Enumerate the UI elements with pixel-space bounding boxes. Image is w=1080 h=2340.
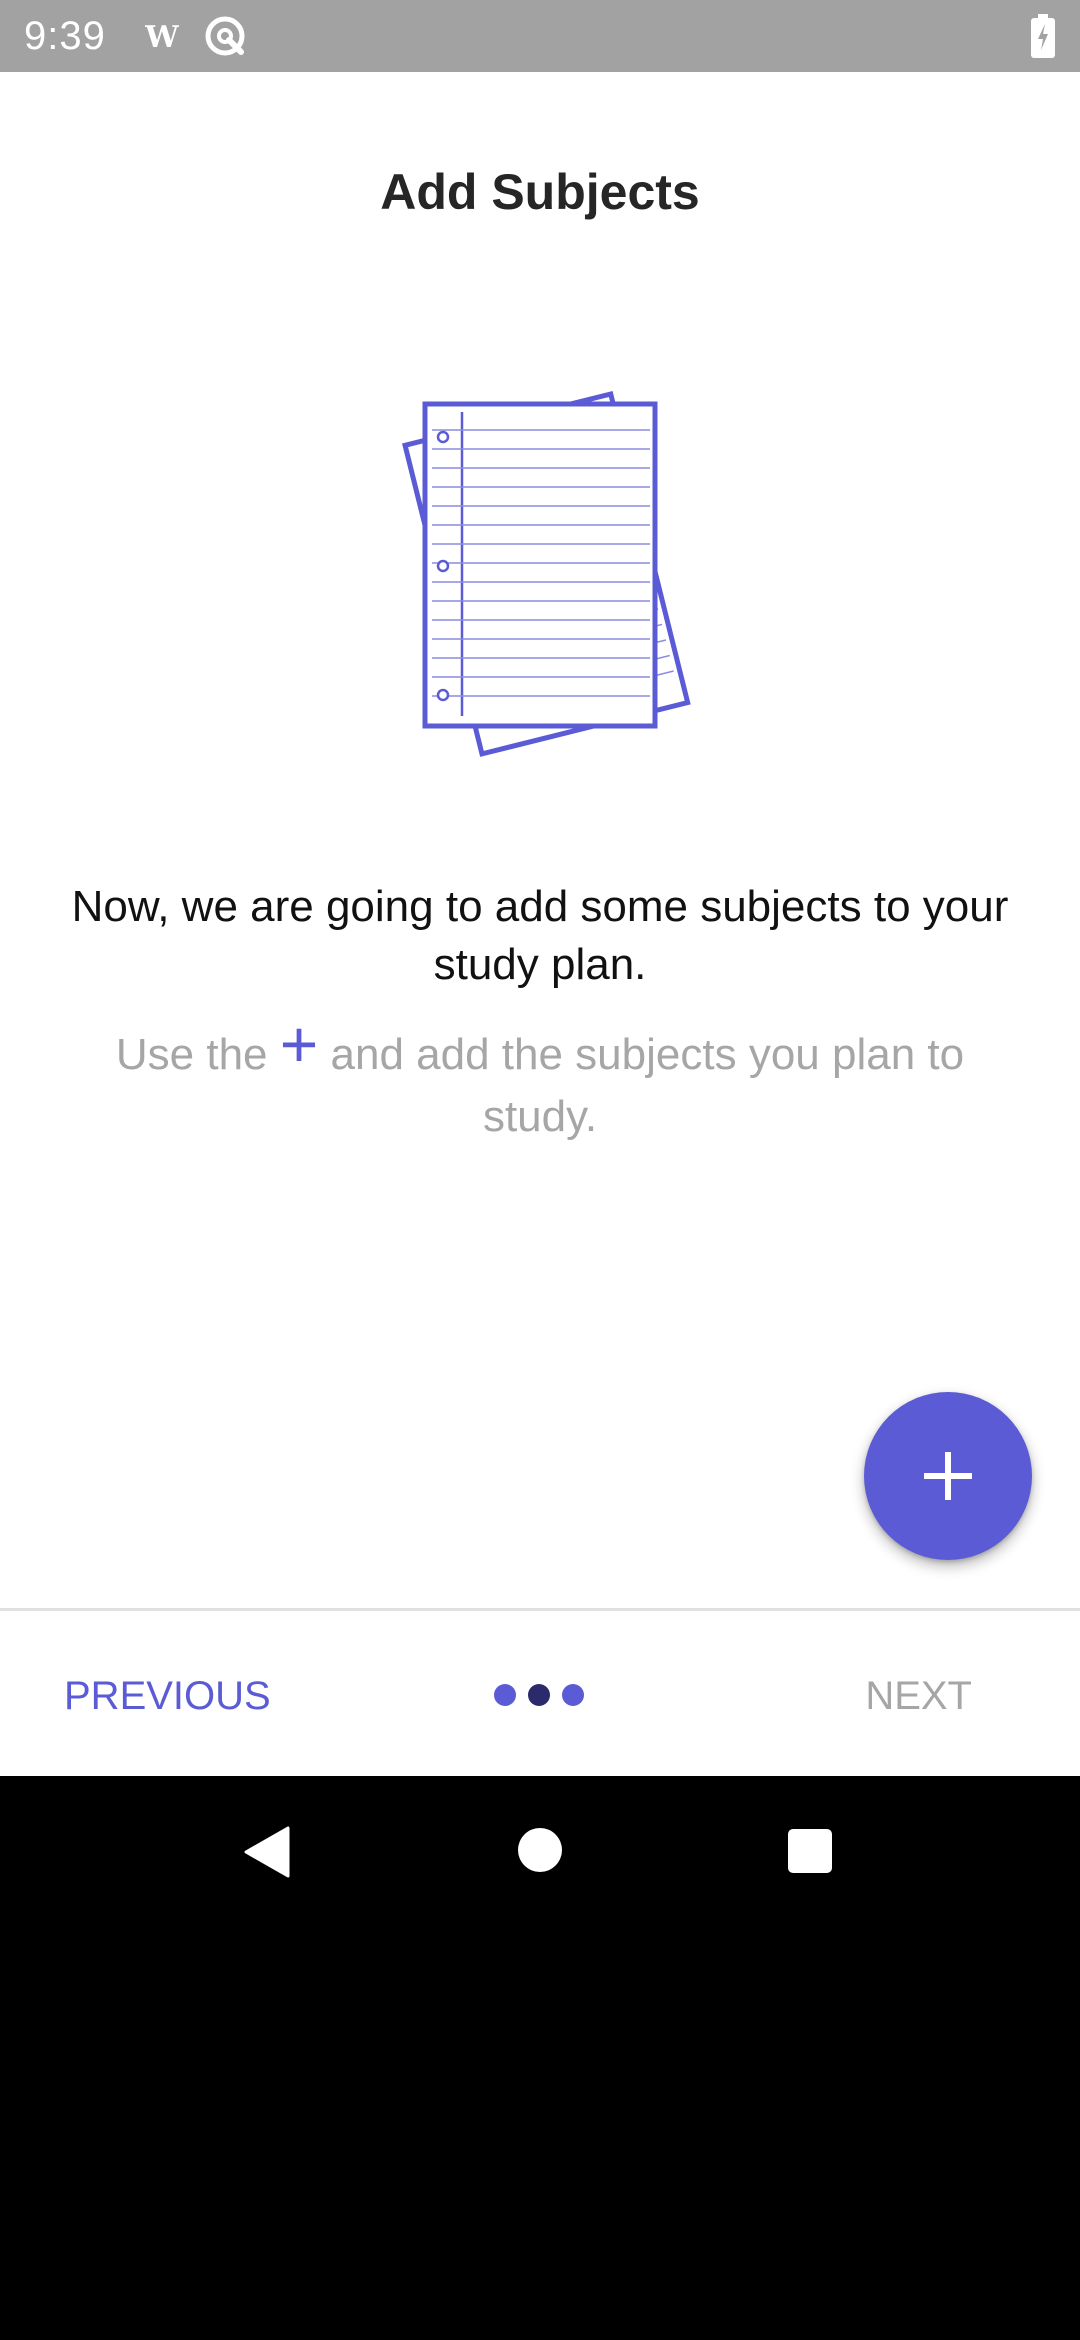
svg-text:W: W: [145, 20, 179, 55]
status-time: 9:39: [24, 14, 106, 58]
hint-text: Use the + and add the subjects you plan …: [60, 1011, 1020, 1148]
page-dot: [562, 1684, 584, 1706]
intro-text: Now, we are going to add some subjects t…: [71, 882, 1009, 989]
data-saver-icon: [205, 16, 245, 56]
battery-charging-icon: [1031, 14, 1055, 58]
screen: 9:39 W Add Subjects Now, we are going to…: [0, 0, 1080, 2340]
page-title: Add Subjects: [380, 164, 700, 220]
page-indicator: [490, 1684, 590, 1708]
onboarding-page: Add Subjects Now, we are going to add so…: [0, 72, 1080, 1776]
recents-icon[interactable]: [788, 1829, 832, 1873]
home-icon[interactable]: [518, 1828, 562, 1872]
notebook-pages-icon: [402, 390, 691, 757]
inline-plus-icon: +: [279, 1007, 319, 1081]
back-icon[interactable]: [244, 1826, 292, 1878]
hint-text-before: Use the: [115, 1030, 280, 1079]
page-dot: [494, 1684, 516, 1706]
next-button[interactable]: NEXT: [841, 1661, 996, 1731]
system-nav-bar: [0, 1776, 1080, 2340]
hint-text-after: and add the subjects you plan to study.: [318, 1030, 965, 1141]
wikipedia-icon: W: [145, 20, 179, 55]
add-subject-button[interactable]: [864, 1392, 1032, 1560]
plus-icon: [924, 1452, 972, 1500]
page-dot-active: [528, 1684, 550, 1706]
onboarding-nav: PREVIOUS NEXT: [0, 1611, 1080, 1776]
status-bar: 9:39 W: [0, 0, 1080, 72]
previous-button[interactable]: PREVIOUS: [40, 1661, 295, 1731]
